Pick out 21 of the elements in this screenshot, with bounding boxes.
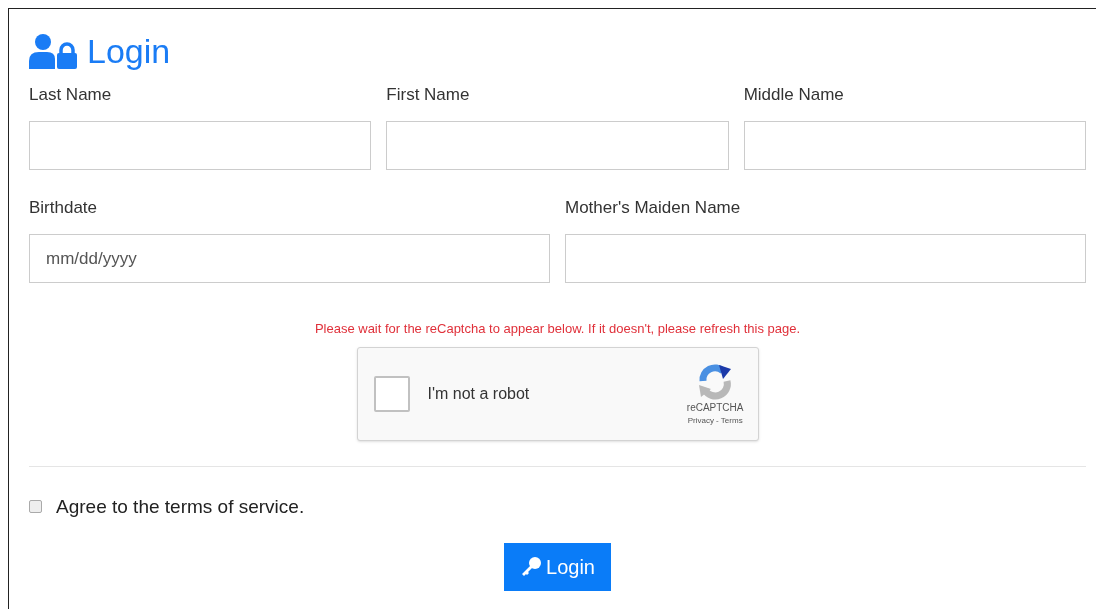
captcha-checkbox[interactable] bbox=[373, 375, 410, 412]
captcha-brand: reCAPTCHA bbox=[686, 400, 744, 415]
captcha-label: I'm not a robot bbox=[427, 383, 531, 404]
field-label: Last Name bbox=[29, 84, 113, 106]
input-field[interactable]: mm/dd/yyyy bbox=[29, 234, 550, 283]
input-field[interactable] bbox=[743, 121, 1086, 170]
input-field[interactable] bbox=[565, 234, 1086, 283]
input-field[interactable] bbox=[386, 121, 729, 170]
terms-label: Agree to the terms of service. bbox=[56, 494, 305, 519]
input-field[interactable] bbox=[29, 121, 372, 170]
terms-checkbox[interactable] bbox=[29, 500, 42, 514]
field-label: Birthdate bbox=[29, 197, 99, 219]
notice-text: Please wait for the reCaptcha to appear below. If it doesn't, please refresh this page. bbox=[314, 320, 801, 338]
page-title: Login bbox=[87, 34, 171, 68]
captcha-links[interactable]: Privacy - Terms bbox=[687, 414, 743, 427]
field-label: Mother's Maiden Name bbox=[565, 197, 742, 219]
key-icon bbox=[520, 556, 543, 578]
field-label: Middle Name bbox=[743, 84, 845, 106]
field-label: First Name bbox=[386, 84, 471, 106]
user-lock-icon bbox=[29, 33, 79, 69]
login-button[interactable]: Login bbox=[504, 543, 611, 591]
